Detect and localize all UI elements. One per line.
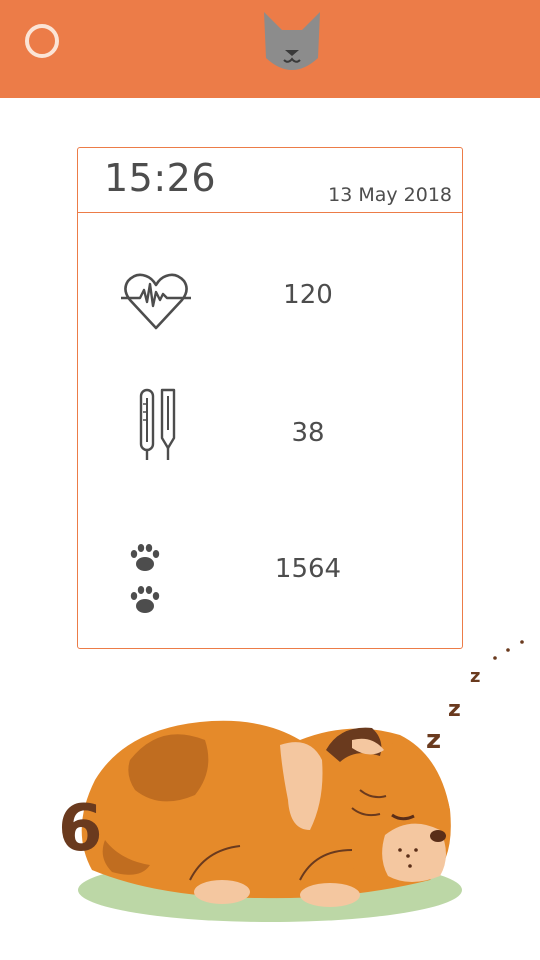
thermometer-icon	[139, 388, 176, 460]
heart-rate-value: 120	[283, 280, 333, 310]
temperature-value: 38	[291, 418, 325, 448]
card-header: 15:26 13 May 2018	[78, 148, 462, 213]
health-card: 15:26 13 May 2018 120 38 1564	[77, 147, 463, 649]
sleep-z-3: z	[470, 666, 480, 687]
ring-icon[interactable]	[25, 24, 59, 58]
cat-face-icon	[264, 12, 320, 70]
sleeping-pug-illustration: 6 z z z	[58, 640, 524, 922]
date-label: 13 May 2018	[328, 184, 452, 206]
sleep-z-1: z	[426, 725, 441, 755]
sleep-z-2: z	[448, 697, 461, 722]
top-bar	[0, 0, 540, 98]
svg-text:6: 6	[58, 792, 103, 866]
steps-value: 1564	[274, 554, 342, 584]
clock-time: 15:26	[104, 156, 217, 200]
paw-prints-icon	[130, 544, 160, 613]
heart-rate-icon	[121, 273, 191, 330]
